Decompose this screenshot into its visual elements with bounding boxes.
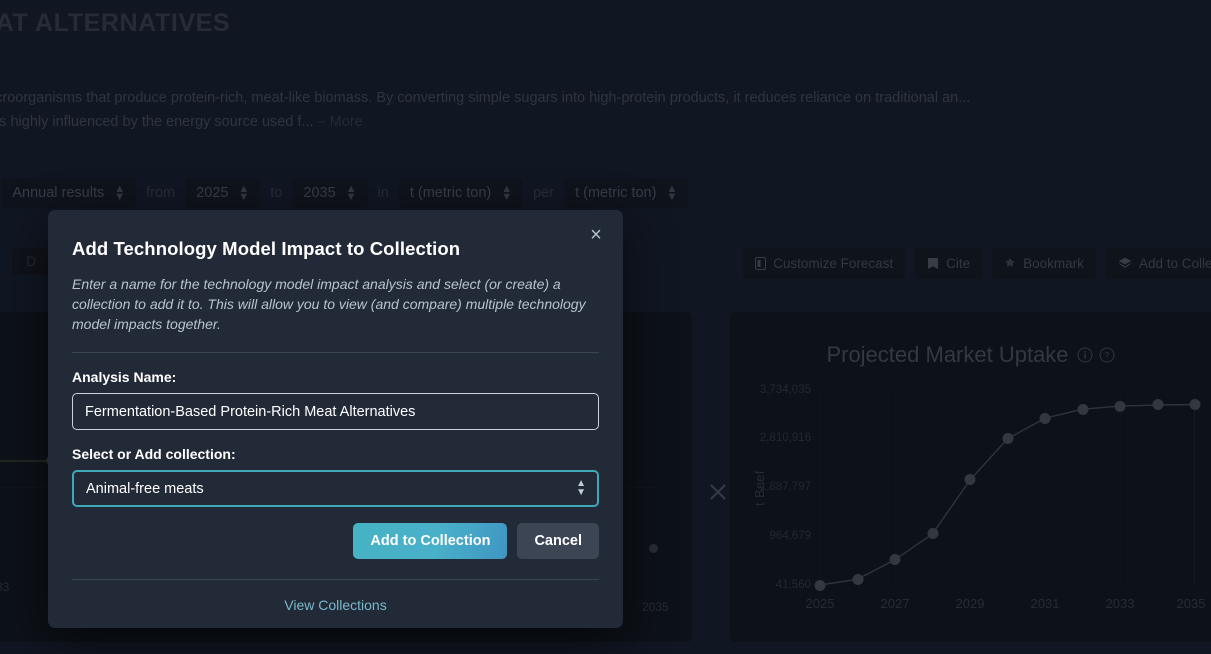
modal-button-row: Add to Collection Cancel xyxy=(72,523,599,559)
cancel-button[interactable]: Cancel xyxy=(517,523,599,559)
add-to-collection-modal: × Add Technology Model Impact to Collect… xyxy=(48,210,623,628)
collection-select[interactable]: Animal-free meats xyxy=(72,470,599,507)
collection-select-wrap: Animal-free meats ▲▼ xyxy=(72,470,599,507)
divider xyxy=(72,579,599,580)
divider xyxy=(72,352,599,353)
collection-label: Select or Add collection: xyxy=(72,446,599,462)
analysis-name-label: Analysis Name: xyxy=(72,369,599,385)
view-collections-link[interactable]: View Collections xyxy=(72,597,599,613)
analysis-name-input[interactable] xyxy=(72,393,599,430)
app-root: ...ICH MEAT ALTERNATIVES ...ues to culti… xyxy=(0,0,1211,654)
modal-title: Add Technology Model Impact to Collectio… xyxy=(72,238,599,260)
modal-description: Enter a name for the technology model im… xyxy=(72,274,592,334)
close-icon[interactable]: × xyxy=(583,222,609,248)
add-to-collection-submit-button[interactable]: Add to Collection xyxy=(353,523,507,559)
